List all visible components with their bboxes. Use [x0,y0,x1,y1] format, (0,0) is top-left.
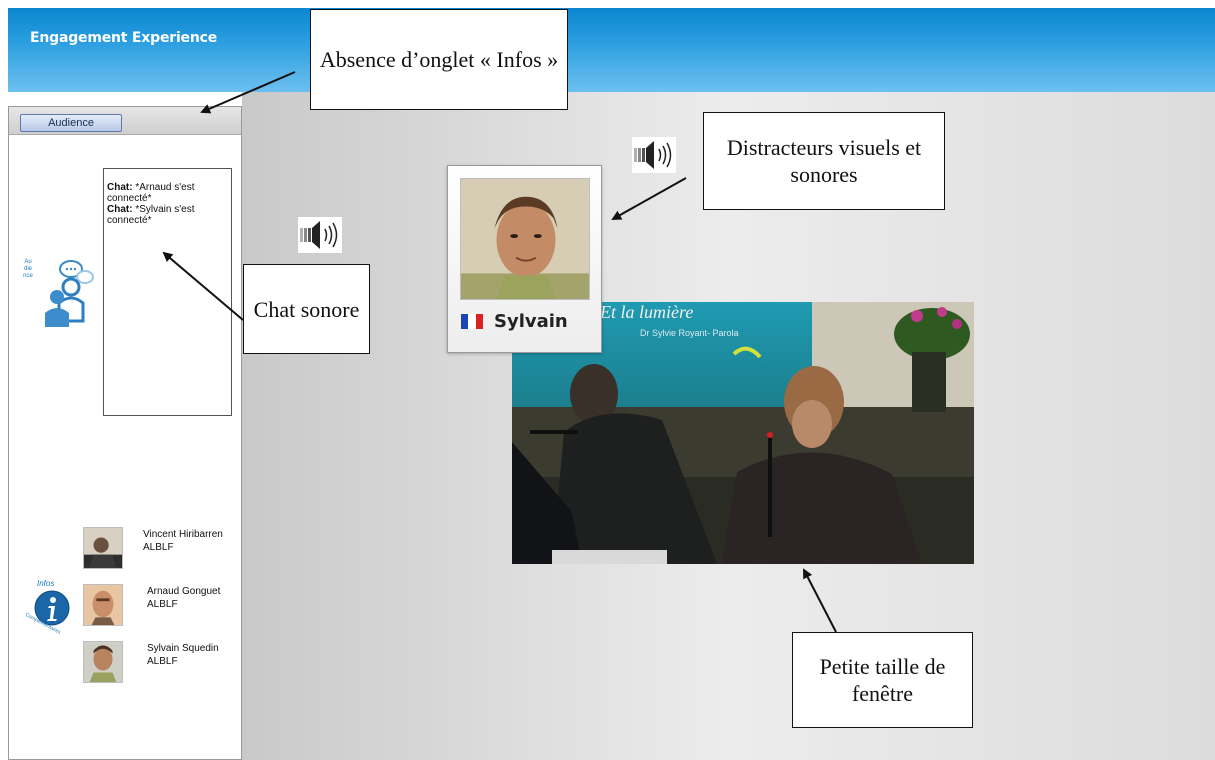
card-participant-name: Sylvain [494,311,568,332]
audience-icon[interactable] [35,259,97,329]
participant-name: Arnaud Gonguet [147,586,221,597]
participant-name: Vincent Hiribarren [143,529,223,540]
side-panel: Audience Audience Chat: *Arnaud s'est co… [8,106,242,760]
chat-box[interactable]: Chat: *Arnaud s'est connecté* Chat: *Syl… [103,168,232,416]
panel-tab-bar: Audience [9,107,241,135]
speaker-icon [632,137,676,173]
annotation-missing-tab: Absence d’onglet « Infos » [310,9,568,110]
annotation-window-size: Petite taille de fenêtre [792,632,973,728]
participant-org: ALBLF [143,542,174,553]
participant-card[interactable]: Sylvain [447,165,602,353]
speaker-icon [298,217,342,253]
video-subtitle: Dr Sylvie Royant- Parola [640,328,739,338]
chat-message: Chat: *Arnaud s'est connecté* [107,182,195,204]
participant-item[interactable]: Arnaud Gonguet ALBLF [83,584,241,630]
infos-label: Infos [37,579,55,588]
annotation-chat-sound: Chat sonore [243,264,370,354]
avatar [83,584,123,626]
annotation-distractors: Distracteurs visuels et sonores [703,112,945,210]
participant-item[interactable]: Sylvain Squedin ALBLF [83,641,241,687]
participant-org: ALBLF [147,599,178,610]
app-title: Engagement Experience [30,30,218,46]
header-bar: Engagement Experience [8,8,1215,92]
app-window: Engagement Experience Audience Audience … [0,0,1215,760]
avatar [83,527,123,569]
avatar [83,641,123,683]
participant-item[interactable]: Vincent Hiribarren ALBLF [83,527,241,573]
participant-org: ALBLF [147,656,178,667]
audience-vertical-label: Audience [23,259,33,279]
tab-audience[interactable]: Audience [20,114,122,132]
chat-message: Chat: *Sylvain s'est connecté* [107,204,195,226]
video-title: Et la lumière [600,302,694,322]
participant-name: Sylvain Squedin [147,643,219,654]
card-photo [460,178,590,300]
france-flag-icon [461,314,483,329]
